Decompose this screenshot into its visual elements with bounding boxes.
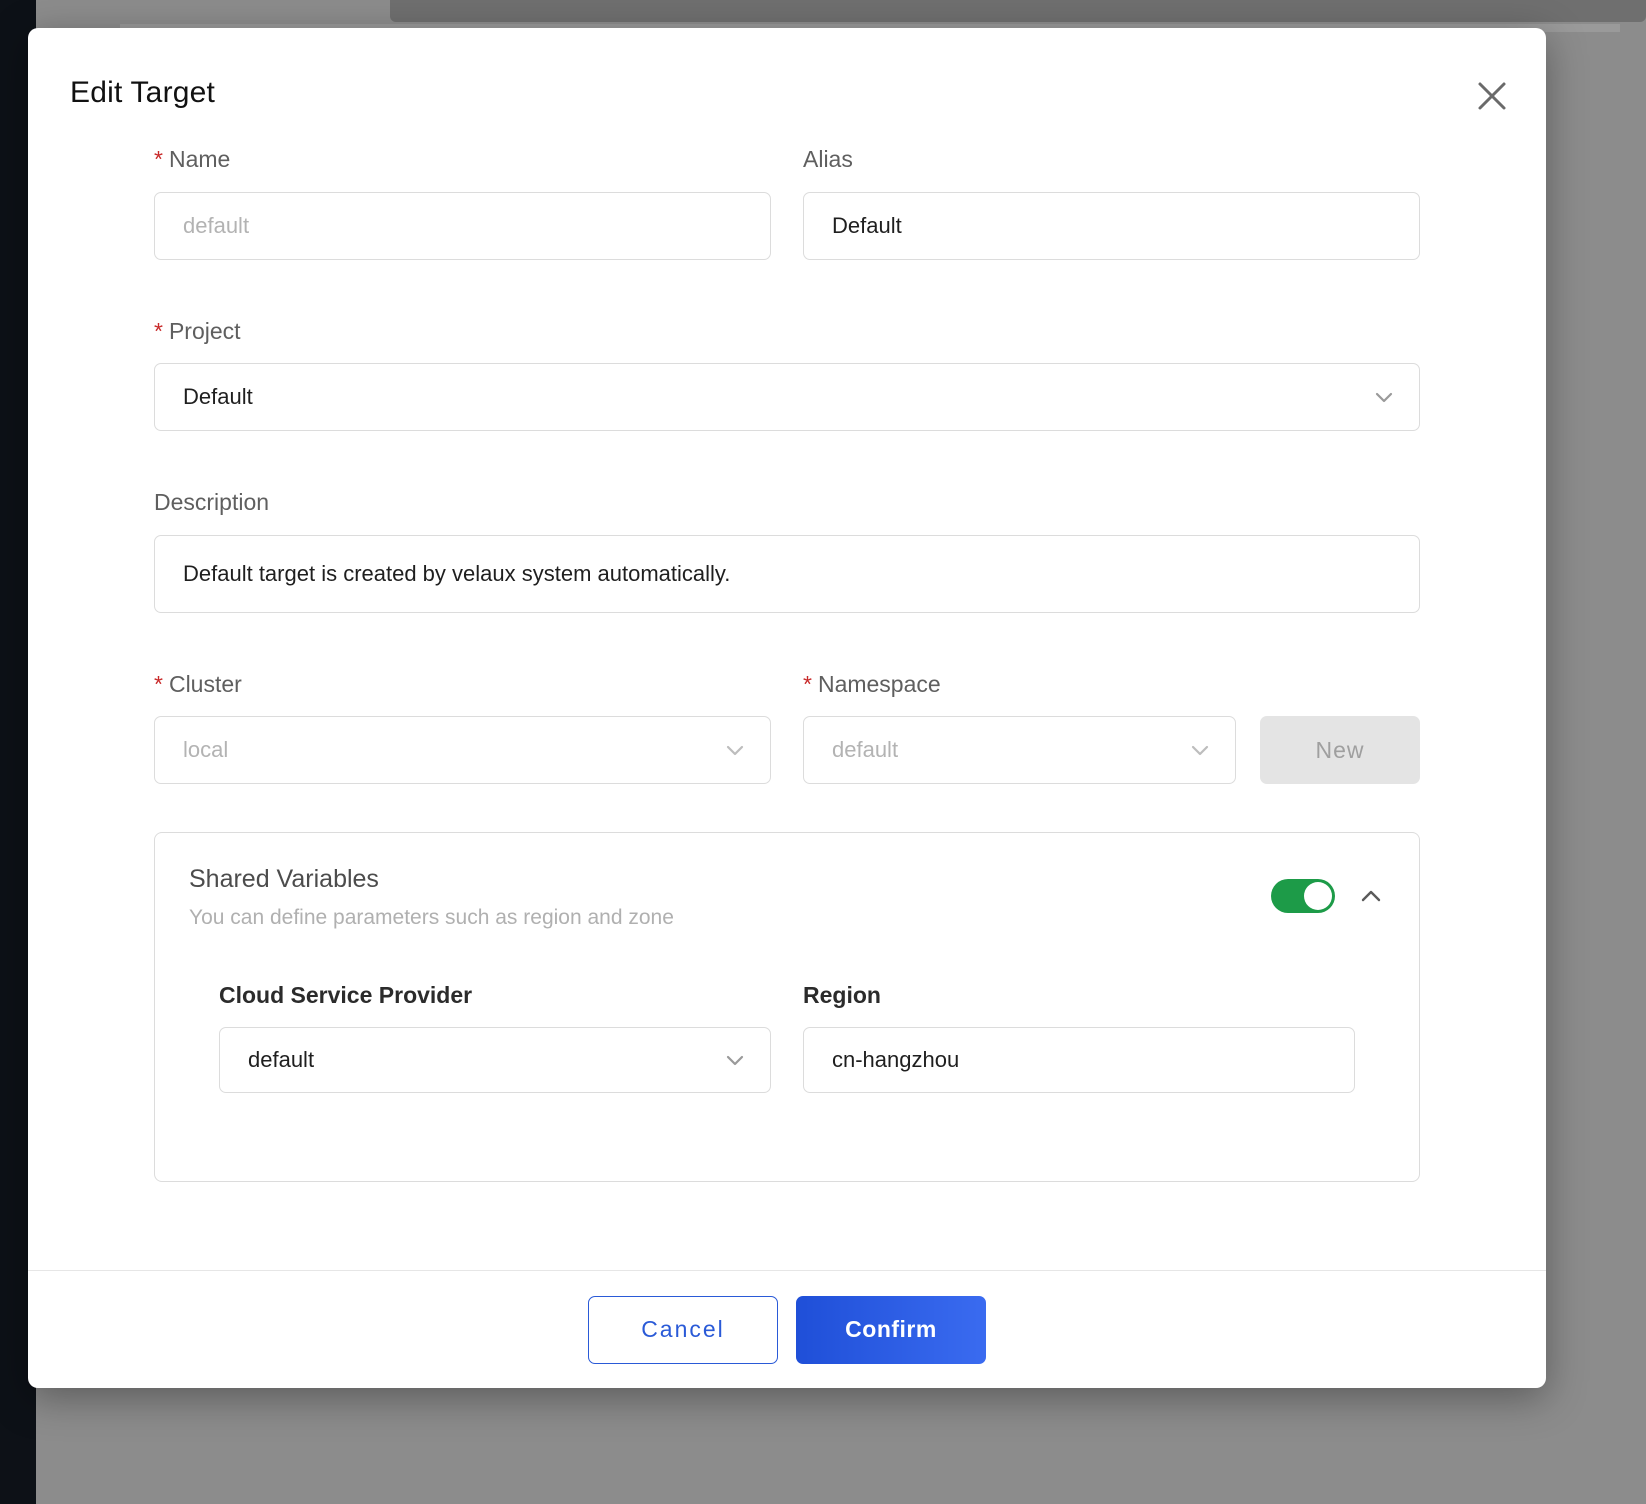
row-cluster-namespace: * Cluster local * Namespace default New — [154, 671, 1420, 785]
shared-variables-fields: Cloud Service Provider default Region — [189, 982, 1385, 1094]
shared-variables-text: Shared Variables You can define paramete… — [189, 865, 674, 930]
description-label: Description — [154, 489, 270, 516]
cloud-service-provider-select[interactable]: default — [219, 1027, 771, 1094]
required-marker: * — [154, 146, 163, 172]
alias-input[interactable] — [803, 191, 1420, 260]
toggle-knob — [1304, 882, 1332, 911]
project-select-value: Default — [183, 384, 253, 410]
shared-variables-header: Shared Variables You can define paramete… — [189, 865, 1385, 930]
region-input[interactable] — [803, 1027, 1355, 1094]
cancel-button[interactable]: Cancel — [588, 1295, 778, 1364]
chevron-down-icon — [1371, 384, 1397, 410]
chevron-down-icon — [1187, 737, 1213, 763]
row-project: * Project Default — [154, 318, 1420, 432]
backdrop-topbar — [390, 0, 1646, 22]
name-input[interactable] — [154, 191, 771, 260]
namespace-label: * Namespace — [803, 671, 1420, 699]
chevron-down-icon — [722, 1047, 748, 1073]
shared-variables-controls — [1271, 865, 1385, 914]
project-label: * Project — [154, 318, 1420, 346]
field-cluster: * Cluster local — [154, 671, 771, 785]
field-description: Description Default target is created by… — [154, 489, 1420, 613]
shared-variables-subtitle: You can define parameters such as region… — [189, 906, 674, 930]
dialog-header: Edit Target — [28, 28, 1546, 146]
field-region: Region — [803, 982, 1355, 1094]
shared-variables-toggle[interactable] — [1271, 879, 1335, 914]
description-textarea[interactable]: Default target is created by velaux syst… — [154, 534, 1420, 613]
alias-label: Alias — [803, 146, 853, 172]
shared-variables-panel: Shared Variables You can define paramete… — [154, 832, 1420, 1183]
screen: Edit Target *Name Alias — [0, 0, 1646, 1504]
cluster-select[interactable]: local — [154, 716, 771, 785]
required-marker: * — [154, 670, 163, 697]
edit-target-dialog: Edit Target *Name Alias — [28, 28, 1546, 1388]
field-alias: Alias — [803, 146, 1420, 260]
close-icon[interactable] — [1470, 74, 1514, 118]
cluster-select-value: local — [183, 737, 229, 763]
required-marker: * — [803, 670, 812, 697]
new-namespace-button[interactable]: New — [1260, 716, 1420, 785]
dialog-body: *Name Alias *Project Default — [28, 146, 1546, 1183]
project-select[interactable]: Default — [154, 363, 1420, 432]
cloud-service-provider-value: default — [248, 1047, 315, 1073]
row-name-alias: *Name Alias — [154, 146, 1420, 260]
namespace-row: default New — [803, 716, 1420, 785]
region-label: Region — [803, 982, 881, 1009]
namespace-select-value: default — [832, 737, 899, 763]
field-namespace: * Namespace default New — [803, 671, 1420, 785]
project-label-text: Project — [168, 317, 241, 344]
dialog-title: Edit Target — [70, 76, 216, 109]
name-label-text: Name — [168, 146, 231, 172]
row-description: Description Default target is created by… — [154, 489, 1420, 613]
description-value: Default target is created by velaux syst… — [183, 560, 731, 586]
chevron-down-icon — [722, 737, 748, 763]
namespace-select[interactable]: default — [803, 716, 1236, 785]
confirm-button[interactable]: Confirm — [796, 1295, 986, 1364]
shared-variables-title: Shared Variables — [189, 865, 379, 894]
required-marker: * — [154, 317, 163, 344]
cloud-service-provider-label: Cloud Service Provider — [219, 982, 473, 1009]
namespace-label-text: Namespace — [817, 670, 941, 697]
field-cloud-service-provider: Cloud Service Provider default — [219, 982, 771, 1094]
field-name: * Name — [154, 146, 771, 260]
chevron-up-icon[interactable] — [1357, 882, 1385, 910]
dialog-footer: Cancel Confirm — [28, 1270, 1546, 1388]
field-project: * Project Default — [154, 318, 1420, 432]
cluster-label-text: Cluster — [168, 670, 242, 697]
name-label: * Name — [154, 146, 771, 174]
cluster-label: * Cluster — [154, 671, 771, 699]
